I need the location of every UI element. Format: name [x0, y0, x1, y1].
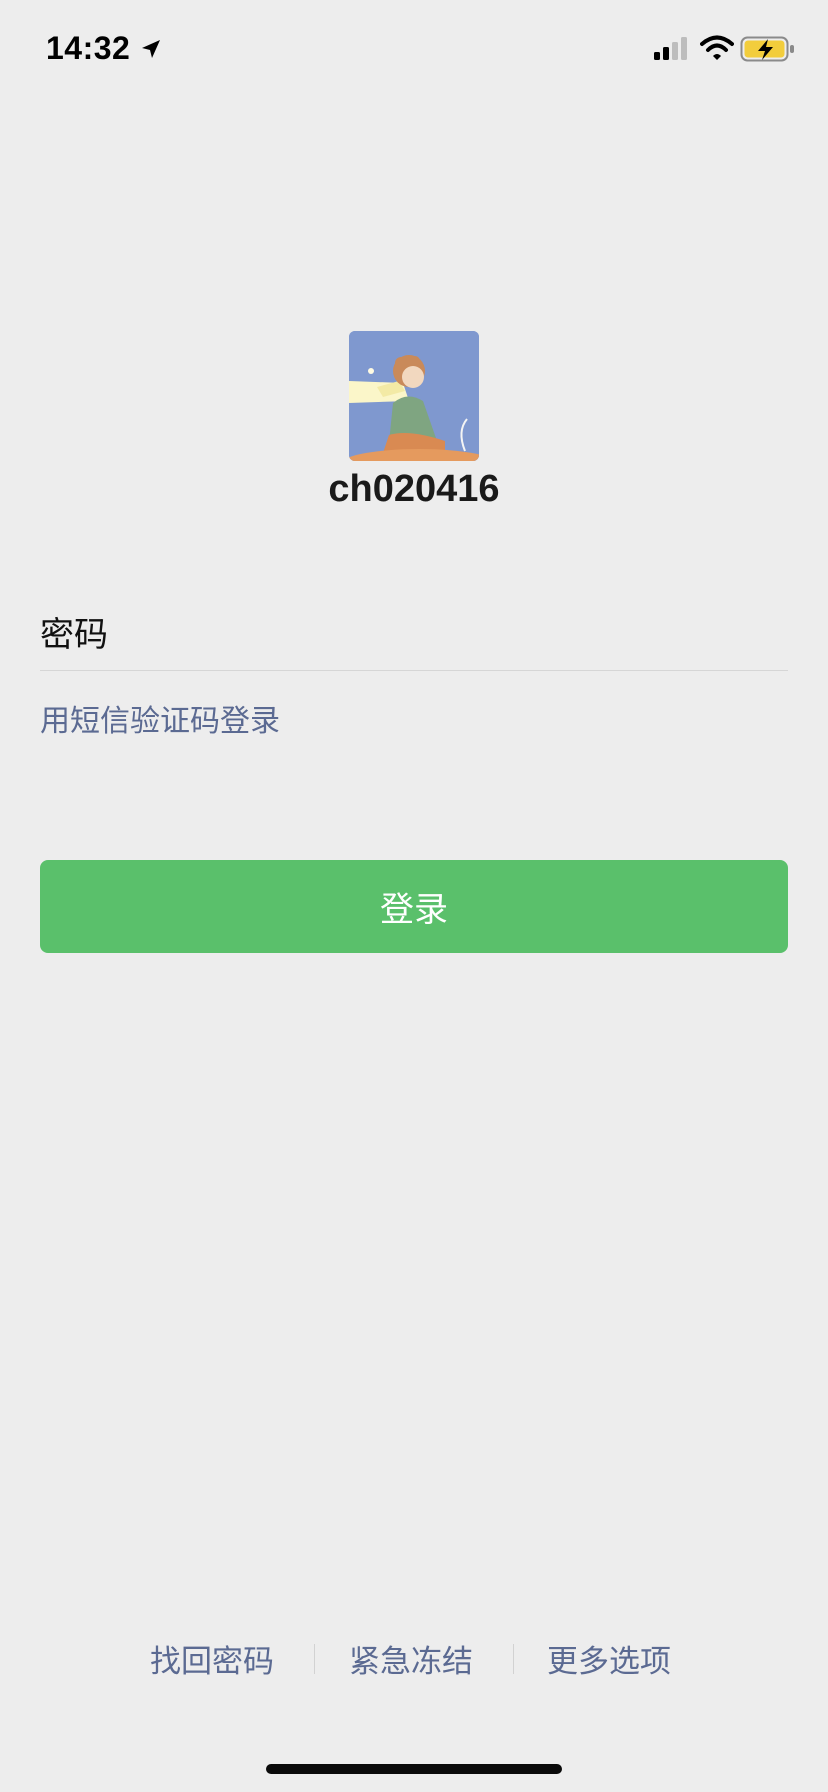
divider: [314, 1644, 315, 1674]
avatar: [349, 331, 479, 461]
password-input[interactable]: [40, 600, 788, 670]
login-button[interactable]: 登录: [40, 860, 788, 953]
emergency-freeze-link[interactable]: 紧急冻结: [349, 1636, 473, 1681]
avatar-image: [349, 331, 479, 461]
cellular-signal-icon: [654, 37, 687, 60]
more-options-link[interactable]: 更多选项: [547, 1636, 671, 1681]
forgot-password-link[interactable]: 找回密码: [150, 1636, 274, 1681]
username: ch020416: [328, 468, 500, 510]
bottom-links: 找回密码 紧急冻结 更多选项: [0, 1636, 828, 1686]
status-time: 14:32: [46, 30, 131, 66]
wifi-icon: [700, 35, 734, 60]
home-indicator[interactable]: [266, 1764, 562, 1774]
location-arrow-icon: [142, 40, 160, 58]
status-bar: 14:32: [0, 0, 828, 100]
battery-charging-icon: [740, 36, 794, 62]
divider: [513, 1644, 514, 1674]
sms-login-link[interactable]: 用短信验证码登录: [40, 696, 280, 740]
password-field-container: [40, 600, 788, 671]
